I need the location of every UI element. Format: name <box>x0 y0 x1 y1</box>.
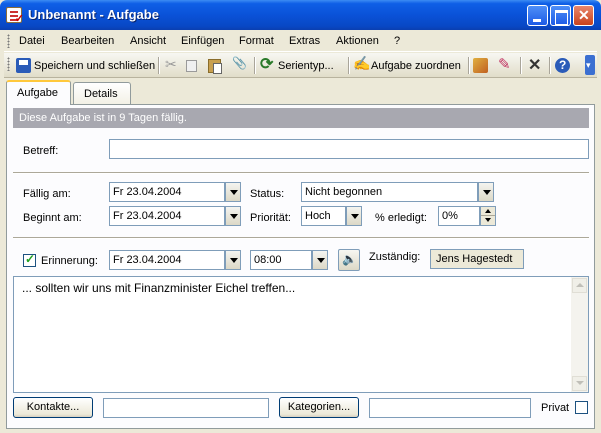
window-title: Unbenannt - Aufgabe <box>28 7 159 22</box>
subject-label: Betreff: <box>23 145 59 157</box>
close-button[interactable] <box>573 5 594 26</box>
attach-button[interactable] <box>232 56 247 75</box>
toolbar-grip-icon[interactable] <box>7 57 10 71</box>
notes-scrollbar[interactable] <box>571 277 588 392</box>
toolbar-options-icon[interactable] <box>585 55 595 75</box>
copy-icon <box>186 59 197 72</box>
menu-ansicht[interactable]: Ansicht <box>130 35 166 47</box>
maximize-button[interactable] <box>550 5 571 26</box>
due-info-banner: Diese Aufgabe ist in 9 Tagen fällig. <box>13 108 589 128</box>
delete-icon <box>526 55 541 75</box>
toolbar-separator <box>549 57 550 74</box>
menu-extras[interactable]: Extras <box>289 35 320 47</box>
start-date-dropdown-icon[interactable] <box>225 206 241 226</box>
paste-button[interactable] <box>208 56 222 75</box>
reminder-checkbox[interactable] <box>23 252 36 267</box>
assign-task-label: Aufgabe zuordnen <box>371 59 461 72</box>
assign-task-icon <box>353 55 370 73</box>
priority-select[interactable]: Hoch <box>301 206 346 226</box>
due-date-input[interactable]: Fr 23.04.2004 <box>109 182 225 202</box>
due-date-label: Fällig am: <box>23 188 71 200</box>
scroll-up-icon[interactable] <box>572 278 587 293</box>
recurrence-button[interactable]: Serientyp... <box>260 54 334 75</box>
scroll-down-icon[interactable] <box>572 376 587 391</box>
start-date-input[interactable]: Fr 23.04.2004 <box>109 206 225 226</box>
contacts-button[interactable]: Kontakte... <box>13 397 93 418</box>
format-button[interactable] <box>497 55 512 75</box>
toolbar-separator <box>520 57 521 74</box>
due-date-dropdown-icon[interactable] <box>225 182 241 202</box>
percent-complete-label: % erledigt: <box>375 212 427 224</box>
mark-complete-button[interactable] <box>473 56 488 75</box>
spin-down-icon[interactable] <box>481 216 495 225</box>
standard-toolbar: Speichern und schließen Serientyp... Auf… <box>4 53 597 78</box>
start-date-label: Beginnt am: <box>23 212 82 224</box>
copy-button[interactable] <box>186 56 197 75</box>
paperclip-icon <box>232 56 247 73</box>
scissors-icon <box>164 56 179 73</box>
priority-label: Priorität: <box>250 212 291 224</box>
reminder-date-dropdown-icon[interactable] <box>225 250 241 270</box>
menu-einfuegen[interactable]: Einfügen <box>181 35 224 47</box>
menu-help[interactable]: ? <box>394 35 400 47</box>
owner-label: Zuständig: <box>369 251 421 263</box>
menu-bar: Datei Bearbeiten Ansicht Einfügen Format… <box>4 30 597 52</box>
categories-button[interactable]: Kategorien... <box>279 397 359 418</box>
priority-dropdown-icon[interactable] <box>346 206 362 226</box>
recurrence-icon <box>260 54 275 74</box>
notes-text: ... sollten wir uns mit Finanzminister E… <box>22 281 296 295</box>
toolbar-separator <box>468 57 469 74</box>
tab-aufgabe[interactable]: Aufgabe <box>6 80 71 105</box>
minimize-button[interactable] <box>527 5 548 26</box>
notes-textarea[interactable]: ... sollten wir uns mit Finanzminister E… <box>13 276 589 393</box>
percent-complete-input[interactable]: 0% <box>438 206 480 226</box>
private-label: Privat <box>541 402 570 414</box>
task-panel: Diese Aufgabe ist in 9 Tagen fällig. Bet… <box>6 104 595 429</box>
private-checkbox[interactable] <box>575 401 588 414</box>
toolbar-separator <box>158 57 159 74</box>
delete-button[interactable] <box>526 55 541 75</box>
status-dropdown-icon[interactable] <box>478 182 494 202</box>
status-select[interactable]: Nicht begonnen <box>301 182 478 202</box>
menu-aktionen[interactable]: Aktionen <box>336 35 379 47</box>
menu-grip-icon[interactable] <box>7 34 10 48</box>
reminder-time-input[interactable]: 08:00 <box>250 250 312 270</box>
tab-details[interactable]: Details <box>73 82 131 104</box>
assign-task-button[interactable]: Aufgabe zuordnen <box>353 55 461 75</box>
help-button[interactable] <box>555 56 570 75</box>
cut-button[interactable] <box>164 56 179 75</box>
reminder-sound-button[interactable] <box>338 249 360 271</box>
task-complete-icon <box>473 58 488 73</box>
reminder-label: Erinnerung: <box>41 255 98 267</box>
spin-up-icon[interactable] <box>481 207 495 216</box>
reminder-date-input[interactable]: Fr 23.04.2004 <box>109 250 225 270</box>
save-close-label: Speichern und schließen <box>34 59 156 72</box>
save-icon <box>16 58 31 73</box>
section-divider <box>13 172 589 174</box>
save-close-button[interactable]: Speichern und schließen <box>16 56 155 75</box>
owner-value: Jens Hagestedt <box>430 249 524 269</box>
categories-input[interactable] <box>369 398 531 418</box>
subject-input[interactable] <box>109 139 589 159</box>
percent-spinner[interactable] <box>480 206 496 226</box>
contacts-input[interactable] <box>103 398 269 418</box>
task-icon <box>6 7 24 25</box>
menu-datei[interactable]: Datei <box>19 35 45 47</box>
title-bar[interactable]: Unbenannt - Aufgabe <box>0 0 601 30</box>
menu-bearbeiten[interactable]: Bearbeiten <box>61 35 114 47</box>
tab-strip: Aufgabe Details <box>4 79 597 105</box>
section-divider <box>13 237 589 239</box>
toolbar-separator <box>348 57 349 74</box>
menu-format[interactable]: Format <box>239 35 274 47</box>
pen-icon <box>497 55 512 73</box>
toolbar-separator <box>254 57 255 74</box>
paste-icon <box>208 58 222 74</box>
recurrence-label: Serientyp... <box>278 59 334 72</box>
reminder-time-dropdown-icon[interactable] <box>312 250 328 270</box>
help-icon <box>555 58 570 73</box>
status-label: Status: <box>250 188 285 200</box>
